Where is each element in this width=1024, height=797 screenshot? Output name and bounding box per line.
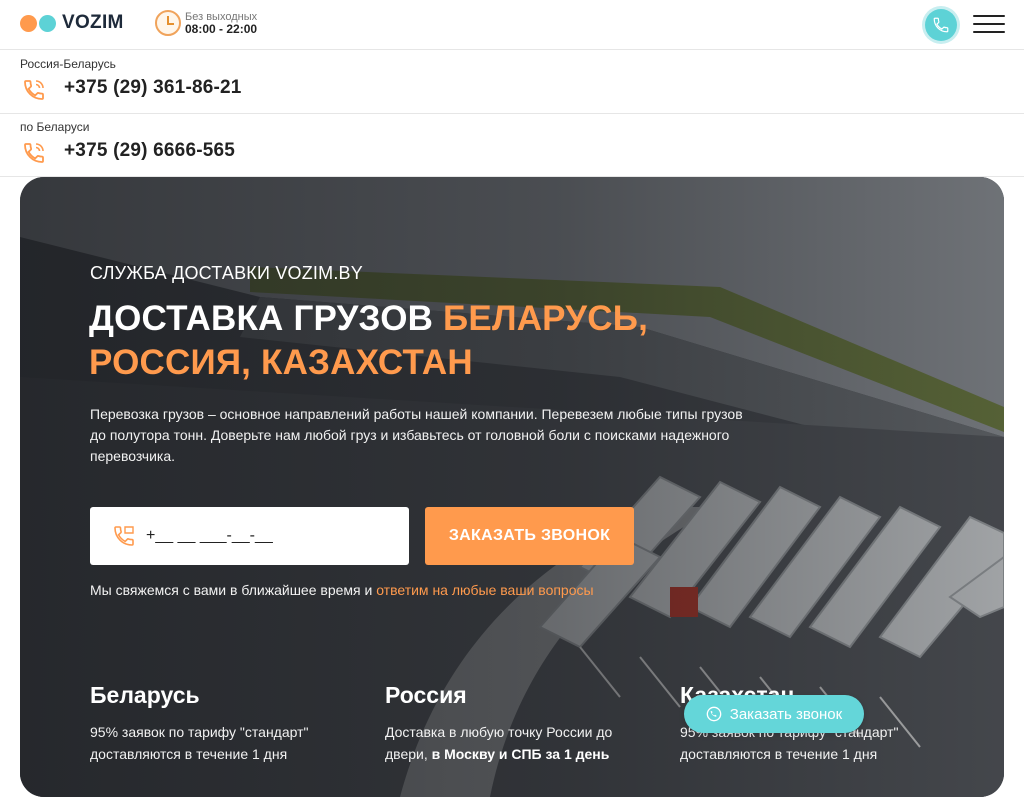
phone-region-label: Россия-Беларусь [20,57,116,71]
logo-text: VOZIM [62,12,124,33]
headline-white: ДОСТАВКА ГРУЗОВ [89,299,444,338]
region-russia: Россия Доставка в любую точку России до … [385,682,645,765]
region-belarus: Беларусь 95% заявок по тарифу "стандарт"… [90,682,350,765]
phone-call-icon[interactable] [925,9,957,41]
hero-eyebrow: СЛУЖБА ДОСТАВКИ VOZIM.BY [90,263,363,283]
phone-region-label: по Беларуси [20,120,90,134]
site-header: VOZIM Без выходных 08:00 - 22:00 [0,0,1024,50]
phone-input[interactable] [146,527,376,545]
region-text: Доставка в любую точку России до двери, … [385,724,613,762]
phone-row-belarus: по Беларуси +375 (29) 6666-565 [0,114,1024,177]
logo-dot-cyan [39,14,56,32]
floating-callback-button[interactable]: Заказать звонок [684,695,864,733]
phone-icon [24,143,44,163]
callback-icon [706,706,722,722]
hours-value: 08:00 - 22:00 [185,22,258,36]
region-title: Беларусь [90,682,200,708]
contact-note-accent: ответим на любые ваши вопросы [376,582,594,598]
phone-number-link[interactable]: +375 (29) 361-86-21 [64,77,242,99]
logo[interactable]: VOZIM [20,12,124,34]
contact-note-text: Мы свяжемся с вами в ближайшее время и [90,582,377,598]
order-call-button[interactable]: ЗАКАЗАТЬ ЗВОНОК [425,507,634,565]
clock-icon [155,10,181,36]
hero-headline: ДОСТАВКА ГРУЗОВ БЕЛАРУСЬ, РОССИЯ, КАЗАХС… [89,297,769,385]
working-hours: Без выходных 08:00 - 22:00 [155,10,257,36]
phone-number-link[interactable]: +375 (29) 6666-565 [64,140,235,162]
phone-row-russia-belarus: Россия-Беларусь +375 (29) 361-86-21 [0,51,1024,114]
phone-icon [24,80,44,100]
region-text: 95% заявок по тарифу "стандарт" доставля… [90,724,309,762]
phone-input-box[interactable] [90,507,409,565]
region-title: Россия [385,682,467,708]
contact-note: Мы свяжемся с вами в ближайшее время и о… [90,582,594,598]
floating-callback-label: Заказать звонок [729,705,843,723]
logo-dot-orange [20,14,37,32]
menu-icon[interactable] [973,15,1005,35]
hero-description: Перевозка грузов – основное направлений … [90,406,743,464]
phone-input-icon [114,526,134,546]
